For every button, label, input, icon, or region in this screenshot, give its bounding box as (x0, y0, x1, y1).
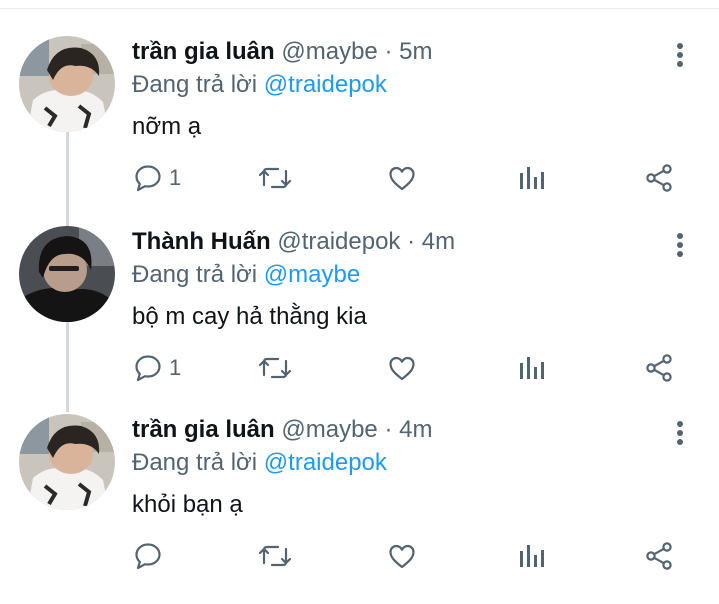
replying-to-line: Đang trả lời @traidepok (132, 70, 387, 100)
mention-link[interactable]: @traidepok (264, 71, 387, 98)
like-button[interactable] (387, 160, 417, 196)
share-button[interactable] (645, 350, 675, 386)
like-button[interactable] (387, 350, 417, 386)
action-bar (0, 538, 719, 574)
tweet-text: khỏi bạn ạ (132, 491, 243, 518)
share-icon (645, 163, 675, 193)
like-icon (387, 353, 417, 383)
avatar[interactable] (19, 414, 115, 510)
tweet-header: trần gia luân @maybe · 4m (132, 414, 432, 446)
tweet-text: nỡm ạ (132, 113, 202, 140)
analytics-icon (518, 353, 546, 383)
analytics-icon (518, 541, 546, 571)
tweet[interactable]: trần gia luân @maybe · 5m Đang trả lời @… (0, 36, 719, 226)
share-button[interactable] (645, 160, 675, 196)
action-bar: 1 (0, 160, 719, 196)
like-button[interactable] (387, 538, 417, 574)
reply-button[interactable]: 1 (133, 160, 181, 196)
analytics-button[interactable] (518, 538, 546, 574)
display-name[interactable]: Thành Huấn (132, 228, 271, 255)
share-button[interactable] (645, 538, 675, 574)
retweet-button[interactable] (258, 538, 292, 574)
share-icon (645, 541, 675, 571)
tweet-header: trần gia luân @maybe · 5m (132, 36, 432, 68)
more-options-icon[interactable] (668, 420, 692, 446)
tweet-text: bộ m cay hả thằng kia (132, 303, 367, 330)
replying-to-line: Đang trả lời @traidepok (132, 448, 387, 478)
replying-to-label: Đang trả lời (132, 71, 258, 98)
separator-dot: · (384, 416, 393, 443)
reply-icon (133, 163, 163, 193)
like-icon (387, 541, 417, 571)
analytics-button[interactable] (518, 160, 546, 196)
timestamp[interactable]: 5m (399, 38, 432, 65)
retweet-icon (258, 163, 292, 193)
avatar[interactable] (19, 226, 115, 322)
reply-button[interactable] (133, 538, 169, 574)
replying-to-label: Đang trả lời (132, 449, 258, 476)
separator-dot: · (407, 228, 416, 255)
action-bar: 1 (0, 350, 719, 386)
share-icon (645, 353, 675, 383)
user-handle[interactable]: @maybe (281, 38, 377, 65)
retweet-button[interactable] (258, 160, 292, 196)
user-handle[interactable]: @maybe (281, 416, 377, 443)
timestamp[interactable]: 4m (422, 228, 455, 255)
reply-count: 1 (169, 355, 182, 380)
retweet-icon (258, 353, 292, 383)
display-name[interactable]: trần gia luân (132, 416, 275, 443)
analytics-icon (518, 163, 546, 193)
more-options-icon[interactable] (668, 232, 692, 258)
avatar[interactable] (19, 36, 115, 132)
replying-to-line: Đang trả lời @maybe (132, 260, 360, 290)
retweet-icon (258, 541, 292, 571)
mention-link[interactable]: @maybe (264, 261, 360, 288)
reply-count: 1 (169, 165, 182, 190)
mention-link[interactable]: @traidepok (264, 449, 387, 476)
more-options-icon[interactable] (668, 42, 692, 68)
separator-dot: · (384, 38, 393, 65)
reply-icon (133, 541, 163, 571)
top-divider (0, 8, 719, 9)
user-handle[interactable]: @traidepok (277, 228, 400, 255)
like-icon (387, 163, 417, 193)
reply-icon (133, 353, 163, 383)
retweet-button[interactable] (258, 350, 292, 386)
tweet[interactable]: trần gia luân @maybe · 4m Đang trả lời @… (0, 414, 719, 604)
timestamp[interactable]: 4m (399, 416, 432, 443)
reply-button[interactable]: 1 (133, 350, 181, 386)
tweet-header: Thành Huấn @traidepok · 4m (132, 226, 455, 258)
tweet[interactable]: Thành Huấn @traidepok · 4m Đang trả lời … (0, 226, 719, 416)
analytics-button[interactable] (518, 350, 546, 386)
display-name[interactable]: trần gia luân (132, 38, 275, 65)
replying-to-label: Đang trả lời (132, 261, 258, 288)
